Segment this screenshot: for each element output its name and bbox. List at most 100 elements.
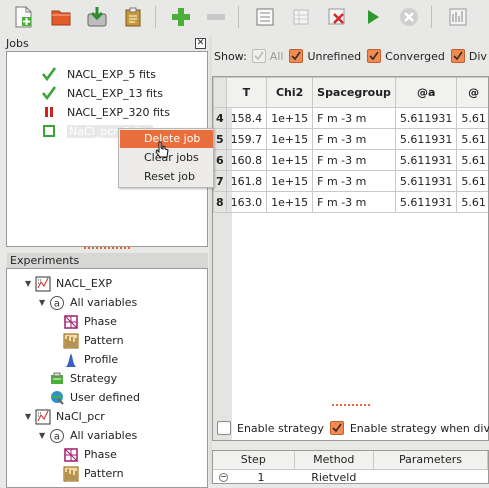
row-header[interactable]: 4 [214, 108, 227, 129]
remove-icon[interactable] [203, 4, 229, 30]
table-cell: 5.611931 [395, 150, 457, 171]
table-cell: 159.7 [226, 129, 267, 150]
experiment-icon [35, 409, 51, 425]
table-row[interactable]: 7 161.8 1e+15 F m -3 m 5.611931 5.61 [214, 171, 489, 192]
table-cell: 5.61 [457, 108, 489, 129]
settings-grid-icon[interactable] [288, 4, 314, 30]
enable-strategy-diverged-checkbox[interactable] [330, 421, 344, 435]
save-project-icon[interactable] [84, 4, 110, 30]
add-icon[interactable] [168, 4, 194, 30]
enable-strategy-diverged-label: Enable strategy when div [350, 422, 489, 435]
table-corner [214, 78, 227, 108]
profile-icon [63, 352, 79, 368]
table-cell: 5.611931 [395, 192, 457, 213]
tree-item-phase[interactable]: Phase [63, 312, 117, 331]
column-header[interactable]: Parameters [373, 451, 487, 469]
tree-item-pattern[interactable]: Pattern [63, 331, 124, 350]
tree-item-experiment[interactable]: ▼ NACL_EXP [25, 274, 112, 293]
tree-item-variables[interactable]: ▼ a All variables [39, 426, 137, 445]
converged-checkbox[interactable] [367, 49, 381, 63]
converged-icon [41, 85, 57, 101]
pattern-icon [63, 333, 79, 349]
table-row[interactable]: 5 159.7 1e+15 F m -3 m 5.611931 5.61 [214, 129, 489, 150]
menu-item-reset-job[interactable]: Reset job [120, 168, 213, 186]
tree-item-label: Strategy [70, 372, 117, 385]
enable-strategy-checkbox[interactable] [217, 421, 231, 435]
column-header[interactable]: T [226, 78, 267, 108]
table-row[interactable]: 8 163.0 1e+15 F m -3 m 5.611931 5.61 [214, 192, 489, 213]
close-panel-icon[interactable]: ✕ [195, 38, 206, 49]
list-icon[interactable] [252, 4, 278, 30]
row-header[interactable]: 7 [214, 171, 227, 192]
column-header[interactable]: Step [213, 451, 294, 469]
tree-item-label: NACL_EXP [56, 277, 112, 290]
results-splitter[interactable] [212, 402, 489, 408]
tree-item-strategy[interactable]: Strategy [49, 369, 117, 388]
tree-item-profile[interactable]: Profile [63, 350, 118, 369]
table-cell: 1e+15 [267, 171, 313, 192]
import-icon[interactable] [120, 4, 146, 30]
results-table[interactable]: T Chi2 Spacegroup @a @ 4 158.4 1e+15 F m… [212, 76, 489, 441]
new-project-icon[interactable] [10, 4, 36, 30]
row-header[interactable]: 6 [214, 150, 227, 171]
experiments-panel-title: Experiments [7, 253, 208, 268]
tree-item-label: Profile [84, 353, 118, 366]
step-method: Rietveld [294, 469, 373, 484]
tree-item-experiment[interactable]: ▼ NaCl_pcr [25, 407, 105, 426]
plot-icon[interactable] [445, 4, 471, 30]
column-header[interactable]: @a [395, 78, 457, 108]
tree-item-label: All variables [70, 296, 137, 309]
job-label: NACL_EXP_13 fits [67, 87, 163, 100]
row-header[interactable]: 8 [214, 192, 227, 213]
run-icon[interactable] [360, 4, 386, 30]
open-project-icon[interactable] [48, 4, 74, 30]
row-header[interactable]: 5 [214, 129, 227, 150]
tree-item-label: Pattern [84, 467, 124, 480]
stop-icon[interactable] [396, 4, 422, 30]
table-row[interactable]: 6 160.8 1e+15 F m -3 m 5.611931 5.61 [214, 150, 489, 171]
delete-grid-icon[interactable] [324, 4, 350, 30]
enable-strategy-label: Enable strategy [237, 422, 324, 435]
table-cell: 1e+15 [267, 129, 313, 150]
tree-item-phase[interactable]: Phase [63, 445, 117, 464]
table-row[interactable]: − 1 Rietveld [213, 469, 488, 484]
table-cell: 160.8 [226, 150, 267, 171]
job-item[interactable]: NACL_EXP_320 fits [41, 103, 170, 121]
table-cell: 1e+15 [267, 192, 313, 213]
show-label: Show: [214, 50, 247, 63]
tree-item-user-defined[interactable]: User defined [49, 388, 140, 407]
user-defined-icon [49, 390, 65, 406]
jobs-panel-title: Jobs ✕ [6, 36, 208, 51]
table-cell: F m -3 m [313, 192, 396, 213]
table-cell: 5.61 [457, 192, 489, 213]
experiments-tree[interactable]: ▼ NACL_EXP ▼ a All variables Phase Patte… [6, 268, 208, 488]
column-header[interactable]: @ [457, 78, 489, 108]
step-parameters [373, 469, 487, 484]
table-cell: F m -3 m [313, 129, 396, 150]
results-area: Show: All Unrefined Converged Div T Chi2… [212, 36, 489, 484]
table-cell: 5.611931 [395, 108, 457, 129]
column-header[interactable]: Chi2 [267, 78, 313, 108]
strategy-steps-table[interactable]: Step Method Parameters − 1 Rietveld [212, 450, 489, 484]
phase-icon [63, 447, 79, 463]
panel-splitter[interactable] [6, 245, 208, 251]
table-cell: 158.4 [226, 108, 267, 129]
table-cell: 163.0 [226, 192, 267, 213]
tree-item-label: Phase [84, 448, 117, 461]
all-checkbox[interactable] [252, 49, 266, 63]
strategy-icon [49, 371, 65, 387]
tree-item-variables[interactable]: ▼ a All variables [39, 293, 137, 312]
collapse-icon[interactable]: − [219, 473, 228, 482]
tree-item-pattern[interactable]: Pattern [63, 464, 124, 483]
column-header[interactable]: Method [294, 451, 373, 469]
variables-icon: a [49, 295, 65, 311]
column-header[interactable]: Spacegroup [313, 78, 396, 108]
table-cell: F m -3 m [313, 150, 396, 171]
diverged-label: Div [469, 50, 487, 63]
job-item[interactable]: NACL_EXP_13 fits [41, 84, 163, 102]
unrefined-checkbox[interactable] [289, 49, 303, 63]
diverged-checkbox[interactable] [451, 49, 465, 63]
converged-label: Converged [385, 50, 445, 63]
table-row[interactable]: 4 158.4 1e+15 F m -3 m 5.611931 5.61 [214, 108, 489, 129]
job-item[interactable]: NACL_EXP_5 fits [41, 65, 156, 83]
